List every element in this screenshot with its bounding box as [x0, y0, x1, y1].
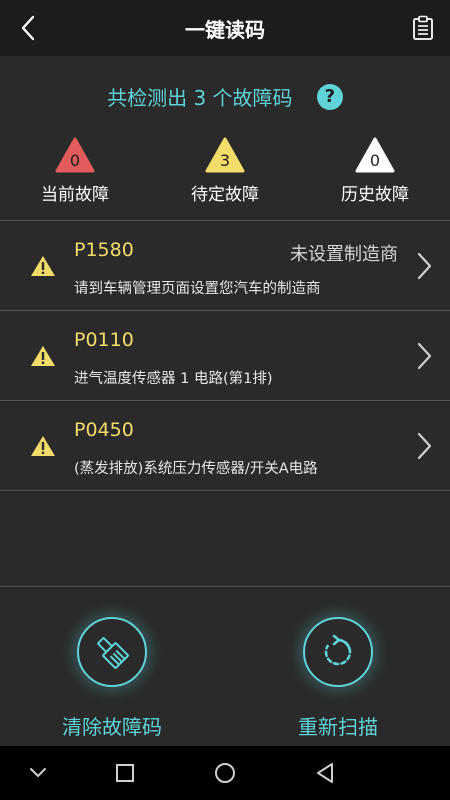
broom-icon [97, 637, 129, 669]
detect-summary: 共检测出 3 个故障码 ? [0, 82, 450, 111]
clear-codes-label: 清除故障码 [62, 715, 162, 739]
fault-code: P1580 [74, 239, 134, 261]
square-icon [116, 764, 134, 782]
chevron-right-icon [417, 342, 432, 370]
warning-icon [31, 256, 55, 276]
chevron-right-icon [417, 252, 432, 280]
refresh-icon [324, 634, 352, 666]
fault-description: 进气温度传感器 1 电路(第1排) [74, 371, 273, 387]
help-icon[interactable]: ? [316, 83, 343, 110]
count-current: 0 当前故障 [15, 136, 135, 205]
current-fault-count: 0 [70, 151, 80, 170]
current-fault-label: 当前故障 [41, 185, 109, 205]
fault-maker: 未设置制造商 [290, 244, 398, 265]
action-bar: 清除故障码 重新扫描 [0, 586, 450, 746]
nav-back-button[interactable] [310, 758, 340, 788]
fault-summary: 共检测出 3 个故障码 ? 0 当前故障 3 待定故障 0 历史故障 [0, 56, 450, 221]
fault-list: P1580 未设置制造商 请到车辆管理页面设置您汽车的制造商 P0110 进气温… [0, 221, 450, 491]
fault-row[interactable]: P1580 未设置制造商 请到车辆管理页面设置您汽车的制造商 [0, 221, 450, 311]
back-button[interactable] [12, 12, 44, 44]
system-nav-bar [0, 746, 450, 800]
count-pending: 3 待定故障 [165, 136, 285, 205]
nav-recents-button[interactable] [110, 758, 140, 788]
history-fault-count: 0 [370, 151, 380, 170]
warning-icon [31, 346, 55, 366]
pending-fault-count: 3 [220, 151, 230, 170]
count-history: 0 历史故障 [315, 136, 435, 205]
fault-description: 请到车辆管理页面设置您汽车的制造商 [74, 281, 321, 297]
warning-icon [31, 436, 55, 456]
pending-fault-label: 待定故障 [191, 185, 259, 205]
rescan-button[interactable]: 重新扫描 [258, 617, 418, 740]
fault-row[interactable]: P0110 进气温度传感器 1 电路(第1排) [0, 311, 450, 401]
clipboard-icon [413, 15, 433, 40]
pending-fault-triangle-icon: 3 [205, 137, 245, 173]
chevron-left-icon [21, 15, 35, 41]
page-title: 一键读码 [185, 17, 265, 42]
history-fault-label: 历史故障 [341, 185, 409, 205]
nav-home-button[interactable] [210, 758, 240, 788]
fault-counts: 0 当前故障 3 待定故障 0 历史故障 [0, 136, 450, 211]
rescan-label: 重新扫描 [298, 715, 378, 739]
triangle-back-icon [317, 763, 333, 783]
chevron-down-icon [30, 768, 46, 777]
fault-code: P0110 [74, 329, 134, 351]
fault-description: (蒸发排放)系统压力传感器/开关A电路 [74, 461, 318, 477]
clear-codes-circle[interactable] [77, 617, 147, 687]
current-fault-triangle-icon: 0 [55, 137, 95, 173]
circle-icon [215, 763, 235, 783]
history-fault-triangle-icon: 0 [355, 137, 395, 173]
fault-row[interactable]: P0450 (蒸发排放)系统压力传感器/开关A电路 [0, 401, 450, 491]
chevron-right-icon [417, 432, 432, 460]
clear-codes-button[interactable]: 清除故障码 [32, 617, 192, 740]
nav-hide-button[interactable] [23, 758, 53, 788]
detect-text: 共检测出 3 个故障码 [107, 86, 293, 110]
fault-code: P0450 [74, 419, 134, 441]
rescan-circle[interactable] [303, 617, 373, 687]
report-button[interactable] [408, 12, 438, 44]
app-header: 一键读码 [0, 0, 450, 56]
